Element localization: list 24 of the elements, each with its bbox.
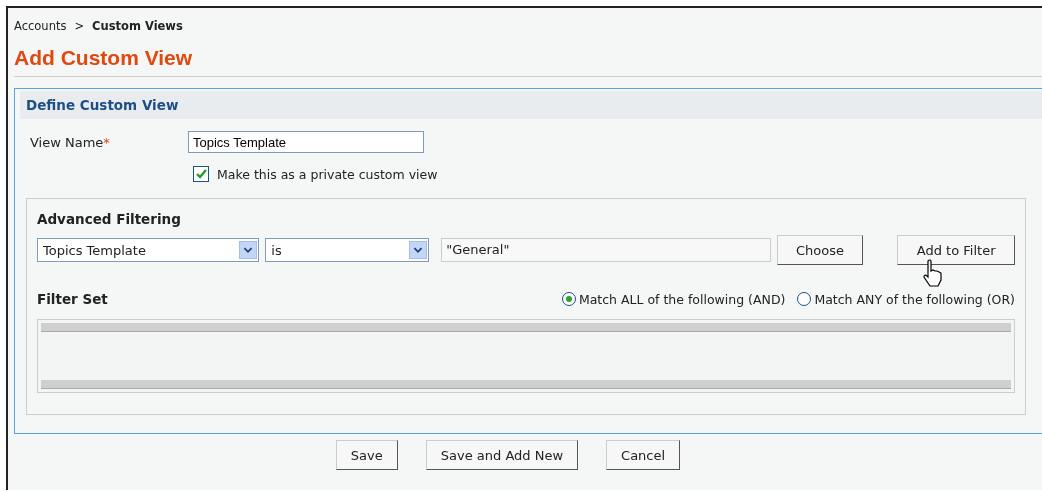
choose-button[interactable]: Choose bbox=[776, 235, 864, 265]
checkbox-label: Make this as a private custom view bbox=[217, 166, 438, 182]
form-button[interactable]: Save bbox=[335, 440, 398, 470]
page-title: Add Custom View bbox=[14, 46, 1042, 77]
radio-button[interactable] bbox=[561, 292, 576, 306]
view-name-field[interactable]: Topics Template bbox=[188, 131, 424, 153]
radio-button[interactable] bbox=[797, 292, 812, 306]
breadcrumb-item[interactable]: Accounts bbox=[14, 19, 67, 33]
value-field[interactable]: "General" bbox=[441, 238, 771, 262]
section-heading: Filter Set bbox=[37, 291, 108, 307]
add-to-filter-button[interactable]: Add to Filter bbox=[897, 235, 1015, 265]
section-heading: Define Custom View bbox=[20, 91, 1042, 119]
form-button[interactable]: Save and Add New bbox=[425, 440, 579, 470]
operator-dropdown[interactable]: is bbox=[265, 238, 430, 262]
breadcrumb-separator: > bbox=[74, 19, 85, 33]
field-label: View Name* bbox=[30, 134, 111, 150]
radio-label: Match ANY of the following (OR) bbox=[814, 291, 1015, 307]
field-dropdown[interactable]: Topics Template bbox=[37, 238, 260, 262]
radio-label: Match ALL of the following (AND) bbox=[578, 291, 786, 307]
hand-cursor-icon bbox=[922, 259, 944, 287]
private-checkbox[interactable] bbox=[193, 166, 209, 182]
breadcrumb-item: Custom Views bbox=[92, 19, 183, 33]
section-heading: Advanced Filtering bbox=[37, 211, 182, 227]
form-button[interactable]: Cancel bbox=[606, 440, 681, 470]
